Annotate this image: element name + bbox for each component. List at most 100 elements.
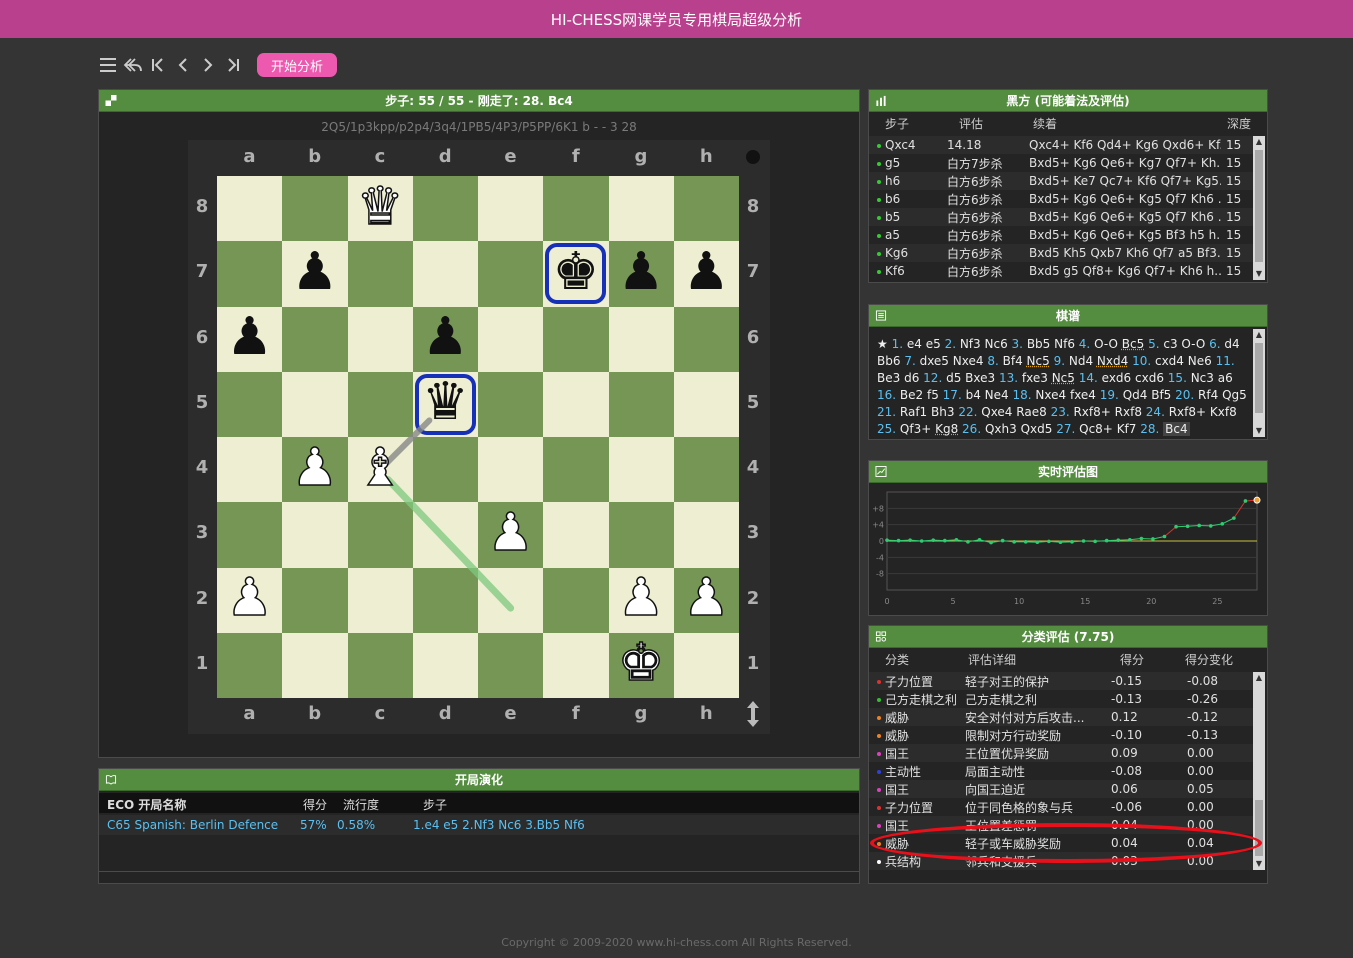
square-f8[interactable] xyxy=(543,176,609,242)
move-san[interactable]: Rxf8+ xyxy=(1169,405,1206,419)
square-c3[interactable] xyxy=(347,502,413,568)
square-f4[interactable] xyxy=(543,437,609,503)
square-b1[interactable] xyxy=(282,632,348,698)
square-b3[interactable] xyxy=(282,502,348,568)
move-san[interactable]: O-O xyxy=(1094,337,1118,351)
scroll-thumb[interactable] xyxy=(1255,343,1263,413)
move-san[interactable]: Qxd5 xyxy=(1021,422,1053,436)
move-san[interactable]: Bf4 xyxy=(1003,354,1023,368)
square-a3[interactable] xyxy=(217,502,283,568)
move-san[interactable]: Kxf8 xyxy=(1210,405,1237,419)
black-pawn-d6[interactable]: ♟ xyxy=(413,305,478,370)
scroll-up-icon[interactable]: ▲ xyxy=(1253,329,1265,341)
move-san[interactable]: exd6 xyxy=(1102,371,1132,385)
menu-icon[interactable] xyxy=(96,53,120,77)
move-san[interactable]: Qg5 xyxy=(1222,388,1247,402)
square-c7[interactable] xyxy=(347,241,413,307)
move-san[interactable]: Bc4 xyxy=(1163,422,1190,436)
square-d1[interactable] xyxy=(412,632,478,698)
category-row[interactable]: 国王 王位置差惩罚 0.04 0.00 xyxy=(869,816,1253,834)
black-move-row[interactable]: a5 白方6步杀 Bxd5+ Kg6 Qe6+ Kg5 Bf3 h5 h... 15 xyxy=(869,226,1253,244)
square-a5[interactable] xyxy=(217,371,283,437)
move-san[interactable]: Rf4 xyxy=(1198,388,1218,402)
move-san[interactable]: Qc8+ xyxy=(1079,422,1113,436)
move-san[interactable]: e4 xyxy=(907,337,922,351)
black-move-row[interactable]: Qxc4 14.18 Qxc4+ Kf6 Qd4+ Kg6 Qxd6+ Kf... 1… xyxy=(869,136,1253,154)
square-g4[interactable] xyxy=(608,437,674,503)
black-move-row[interactable]: Kf6 白方6步杀 Bxd5 g5 Qf8+ Kg6 Qf7+ Kh6 h... 15 xyxy=(869,262,1253,280)
square-h1[interactable] xyxy=(673,632,739,698)
square-d3[interactable] xyxy=(412,502,478,568)
scroll-thumb[interactable] xyxy=(1255,150,1263,262)
move-san[interactable]: e5 xyxy=(926,337,941,351)
move-san[interactable]: Nd4 xyxy=(1069,354,1093,368)
square-a1[interactable] xyxy=(217,632,283,698)
last-move-icon[interactable] xyxy=(221,53,245,77)
move-san[interactable]: Nxe4 xyxy=(1035,388,1066,402)
square-e5[interactable] xyxy=(478,371,544,437)
white-queen-c8[interactable]: ♛ xyxy=(348,174,413,239)
move-san[interactable]: Nc3 xyxy=(1191,371,1214,385)
white-pawn-h2[interactable]: ♟ xyxy=(674,566,739,631)
square-a7[interactable] xyxy=(217,241,283,307)
opening-row[interactable]: C65 Spanish: Berlin Defence 57% 0.58% 1.… xyxy=(99,815,859,835)
category-row[interactable]: 威胁 安全对付对方后攻击... 0.12 -0.12 xyxy=(869,708,1253,726)
category-row[interactable]: 威胁 限制对方行动奖励 -0.10 -0.13 xyxy=(869,726,1253,744)
square-e4[interactable] xyxy=(478,437,544,503)
move-san[interactable]: Raf1 xyxy=(900,405,927,419)
black-moves-scrollbar[interactable]: ▲ ▼ xyxy=(1253,136,1265,280)
chess-board[interactable]: ♛ ♟ ♚ ♟ ♟ ♟ ♟ ♛ ♟ ♝ ♟ ♟ ♟ ♟ ♚ xyxy=(217,176,739,698)
white-pawn-a2[interactable]: ♟ xyxy=(217,566,282,631)
move-san[interactable]: Nf6 xyxy=(1054,337,1075,351)
move-san[interactable]: fxe3 xyxy=(1022,371,1048,385)
move-san[interactable]: Qf3+ xyxy=(900,422,931,436)
move-san[interactable]: Bb6 xyxy=(877,354,900,368)
move-san[interactable]: Bf5 xyxy=(1151,388,1171,402)
move-san[interactable]: Nxe4 xyxy=(953,354,984,368)
square-b2[interactable] xyxy=(282,567,348,633)
square-e7[interactable] xyxy=(478,241,544,307)
white-bishop-c4[interactable]: ♝ xyxy=(348,435,413,500)
square-b8[interactable] xyxy=(282,176,348,242)
black-pawn-g7[interactable]: ♟ xyxy=(609,239,674,304)
black-pawn-b7[interactable]: ♟ xyxy=(282,239,347,304)
white-pawn-b4[interactable]: ♟ xyxy=(282,435,347,500)
move-san[interactable]: Nxd4 xyxy=(1097,354,1128,368)
square-f6[interactable] xyxy=(543,306,609,372)
square-h4[interactable] xyxy=(673,437,739,503)
square-e2[interactable] xyxy=(478,567,544,633)
opening-name[interactable]: C65 Spanish: Berlin Defence xyxy=(107,818,278,832)
move-san[interactable]: Rxf8 xyxy=(1115,405,1142,419)
move-san[interactable]: Be2 xyxy=(900,388,923,402)
scroll-down-icon[interactable]: ▼ xyxy=(1253,268,1265,280)
square-d7[interactable] xyxy=(412,241,478,307)
next-move-icon[interactable] xyxy=(196,53,220,77)
move-san[interactable]: Kg8 xyxy=(935,422,958,436)
square-e1[interactable] xyxy=(478,632,544,698)
category-scrollbar[interactable]: ▲ ▼ xyxy=(1253,672,1265,870)
black-king-f7[interactable]: ♚ xyxy=(543,239,608,304)
square-b6[interactable] xyxy=(282,306,348,372)
white-pawn-g2[interactable]: ♟ xyxy=(609,566,674,631)
move-san[interactable]: Bxe3 xyxy=(965,371,995,385)
first-move-icon[interactable] xyxy=(146,53,170,77)
square-e6[interactable] xyxy=(478,306,544,372)
white-pawn-e3[interactable]: ♟ xyxy=(478,500,543,565)
square-f1[interactable] xyxy=(543,632,609,698)
move-san[interactable]: Bb5 xyxy=(1027,337,1050,351)
category-row[interactable]: 国王 王位置优异奖励 0.09 0.00 xyxy=(869,744,1253,762)
category-row[interactable]: 威胁 轻子或车威胁奖励 0.04 0.04 xyxy=(869,834,1253,852)
category-row[interactable]: 己方走棋之利 己方走棋之利 -0.13 -0.26 xyxy=(869,690,1253,708)
square-h6[interactable] xyxy=(673,306,739,372)
square-c2[interactable] xyxy=(347,567,413,633)
square-g3[interactable] xyxy=(608,502,674,568)
move-san[interactable]: c3 xyxy=(1163,337,1177,351)
black-move-row[interactable]: b6 白方6步杀 Bxd5+ Kg6 Qe6+ Kg5 Qf7 Kh6 ... 15 xyxy=(869,190,1253,208)
black-pawn-a6[interactable]: ♟ xyxy=(217,305,282,370)
square-e8[interactable] xyxy=(478,176,544,242)
black-move-row[interactable]: h6 白方6步杀 Bxd5+ Ke7 Qc7+ Kf6 Qf7+ Kg5... 15 xyxy=(869,172,1253,190)
square-h5[interactable] xyxy=(673,371,739,437)
square-g5[interactable] xyxy=(608,371,674,437)
black-move-row[interactable]: b5 白方6步杀 Bxd5+ Kg6 Qe6+ Kg5 Qf7 Kh6 ... 15 xyxy=(869,208,1253,226)
move-san[interactable]: f5 xyxy=(927,388,939,402)
